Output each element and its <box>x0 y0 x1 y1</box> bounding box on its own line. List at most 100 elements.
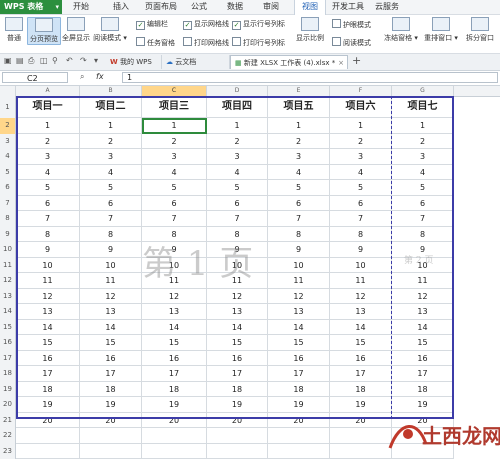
row-header[interactable]: 13 <box>0 289 16 305</box>
empty-cell[interactable] <box>330 444 392 459</box>
data-cell[interactable]: 11 <box>207 273 268 289</box>
data-cell[interactable]: 15 <box>16 335 80 351</box>
data-cell[interactable]: 11 <box>392 273 454 289</box>
data-cell[interactable]: 3 <box>80 149 142 165</box>
data-cell[interactable]: 13 <box>142 304 207 320</box>
empty-cell[interactable] <box>392 444 454 459</box>
data-cell[interactable]: 5 <box>16 180 80 196</box>
insert-function-button[interactable]: fx <box>96 72 104 81</box>
data-cell[interactable]: 17 <box>207 366 268 382</box>
empty-cell[interactable] <box>330 428 392 444</box>
data-cell[interactable]: 17 <box>330 366 392 382</box>
data-cell[interactable]: 14 <box>16 320 80 336</box>
data-cell[interactable]: 18 <box>207 382 268 398</box>
data-cell[interactable]: 13 <box>392 304 454 320</box>
data-cell[interactable]: 10 <box>16 258 80 274</box>
data-cell[interactable]: 20 <box>392 413 454 429</box>
tab-workbook[interactable]: ▦ 新建 XLSX 工作表 (4).xlsx * × <box>230 55 348 69</box>
tab-my-wps[interactable]: W 我的 WPS <box>106 55 162 69</box>
empty-cell[interactable] <box>207 444 268 459</box>
save-icon[interactable]: ▣ <box>4 56 12 65</box>
data-cell[interactable]: 8 <box>80 227 142 243</box>
data-cell[interactable]: 1 <box>392 118 454 134</box>
column-header-a[interactable]: A <box>16 86 80 96</box>
print-gridlines-checkbox[interactable]: 打印网格线 <box>183 37 229 48</box>
data-cell[interactable]: 11 <box>142 273 207 289</box>
data-cell[interactable]: 12 <box>142 289 207 305</box>
data-cell[interactable]: 2 <box>330 134 392 150</box>
empty-cell[interactable] <box>80 444 142 459</box>
data-cell[interactable]: 5 <box>268 180 330 196</box>
column-header-f[interactable]: F <box>330 86 392 96</box>
data-cell[interactable]: 8 <box>330 227 392 243</box>
data-cell[interactable]: 16 <box>330 351 392 367</box>
app-menu-button[interactable]: WPS 表格 ▾ <box>0 0 62 14</box>
data-cell[interactable]: 12 <box>330 289 392 305</box>
row-header[interactable]: 7 <box>0 196 16 212</box>
reading-mode-toggle[interactable]: 阅读模式 <box>332 37 371 48</box>
data-cell[interactable]: 16 <box>80 351 142 367</box>
print-headings-checkbox[interactable]: 打印行号列标 <box>232 37 285 48</box>
new-tab-button[interactable]: + <box>352 54 361 67</box>
row-header[interactable]: 2 <box>0 118 16 134</box>
data-cell[interactable]: 6 <box>80 196 142 212</box>
data-cell[interactable]: 8 <box>142 227 207 243</box>
tab-cloud-docs[interactable]: ☁ 云文档 <box>162 55 230 69</box>
data-cell[interactable]: 7 <box>392 211 454 227</box>
data-cell[interactable]: 2 <box>392 134 454 150</box>
data-cell[interactable]: 7 <box>330 211 392 227</box>
data-cell[interactable]: 20 <box>80 413 142 429</box>
data-cell[interactable]: 15 <box>392 335 454 351</box>
data-cell[interactable]: 5 <box>142 180 207 196</box>
data-cell[interactable]: 9 <box>330 242 392 258</box>
data-cell[interactable]: 12 <box>392 289 454 305</box>
magnifier-icon[interactable]: ⌕ <box>80 72 84 82</box>
data-cell[interactable]: 5 <box>392 180 454 196</box>
data-cell[interactable]: 8 <box>207 227 268 243</box>
row-header[interactable]: 8 <box>0 211 16 227</box>
data-cell[interactable]: 2 <box>268 134 330 150</box>
menu-view[interactable]: 视图 <box>294 0 326 15</box>
data-cell[interactable]: 9 <box>392 242 454 258</box>
empty-cell[interactable] <box>142 428 207 444</box>
data-cell[interactable]: 11 <box>16 273 80 289</box>
data-cell[interactable]: 1 <box>268 118 330 134</box>
data-cell[interactable]: 14 <box>392 320 454 336</box>
empty-cell[interactable] <box>80 428 142 444</box>
data-cell[interactable]: 13 <box>330 304 392 320</box>
data-cell[interactable]: 8 <box>392 227 454 243</box>
row-header[interactable]: 12 <box>0 273 16 289</box>
data-cell[interactable]: 7 <box>207 211 268 227</box>
data-cell[interactable]: 10 <box>330 258 392 274</box>
data-cell[interactable]: 6 <box>392 196 454 212</box>
data-cell[interactable]: 9 <box>80 242 142 258</box>
empty-cell[interactable] <box>16 444 80 459</box>
data-cell[interactable]: 20 <box>268 413 330 429</box>
reading-mode-button[interactable]: 阅读模式 ▾ <box>92 17 128 43</box>
data-cell[interactable]: 19 <box>392 397 454 413</box>
data-cell[interactable]: 12 <box>207 289 268 305</box>
split-window-button[interactable]: 拆分窗口 <box>462 17 498 43</box>
data-cell[interactable]: 14 <box>142 320 207 336</box>
data-cell[interactable]: 14 <box>80 320 142 336</box>
data-cell[interactable]: 4 <box>80 165 142 181</box>
data-cell[interactable]: 19 <box>80 397 142 413</box>
row-header[interactable]: 17 <box>0 351 16 367</box>
data-cell[interactable]: 12 <box>268 289 330 305</box>
data-cell[interactable]: 16 <box>142 351 207 367</box>
data-cell[interactable]: 4 <box>330 165 392 181</box>
data-cell[interactable]: 16 <box>268 351 330 367</box>
arrange-windows-button[interactable]: 重排窗口 ▾ <box>422 17 460 43</box>
data-cell[interactable]: 14 <box>330 320 392 336</box>
data-cell[interactable]: 15 <box>207 335 268 351</box>
data-cell[interactable]: 10 <box>80 258 142 274</box>
page-break-preview-button[interactable]: 分页预览 <box>27 17 61 45</box>
data-cell[interactable]: 18 <box>268 382 330 398</box>
data-cell[interactable]: 11 <box>80 273 142 289</box>
row-header[interactable]: 18 <box>0 366 16 382</box>
data-cell[interactable]: 17 <box>268 366 330 382</box>
eye-protection-toggle[interactable]: 护眼模式 <box>332 19 371 30</box>
data-cell[interactable]: 7 <box>142 211 207 227</box>
data-cell[interactable]: 8 <box>268 227 330 243</box>
menu-formulas[interactable]: 公式 <box>184 0 214 14</box>
